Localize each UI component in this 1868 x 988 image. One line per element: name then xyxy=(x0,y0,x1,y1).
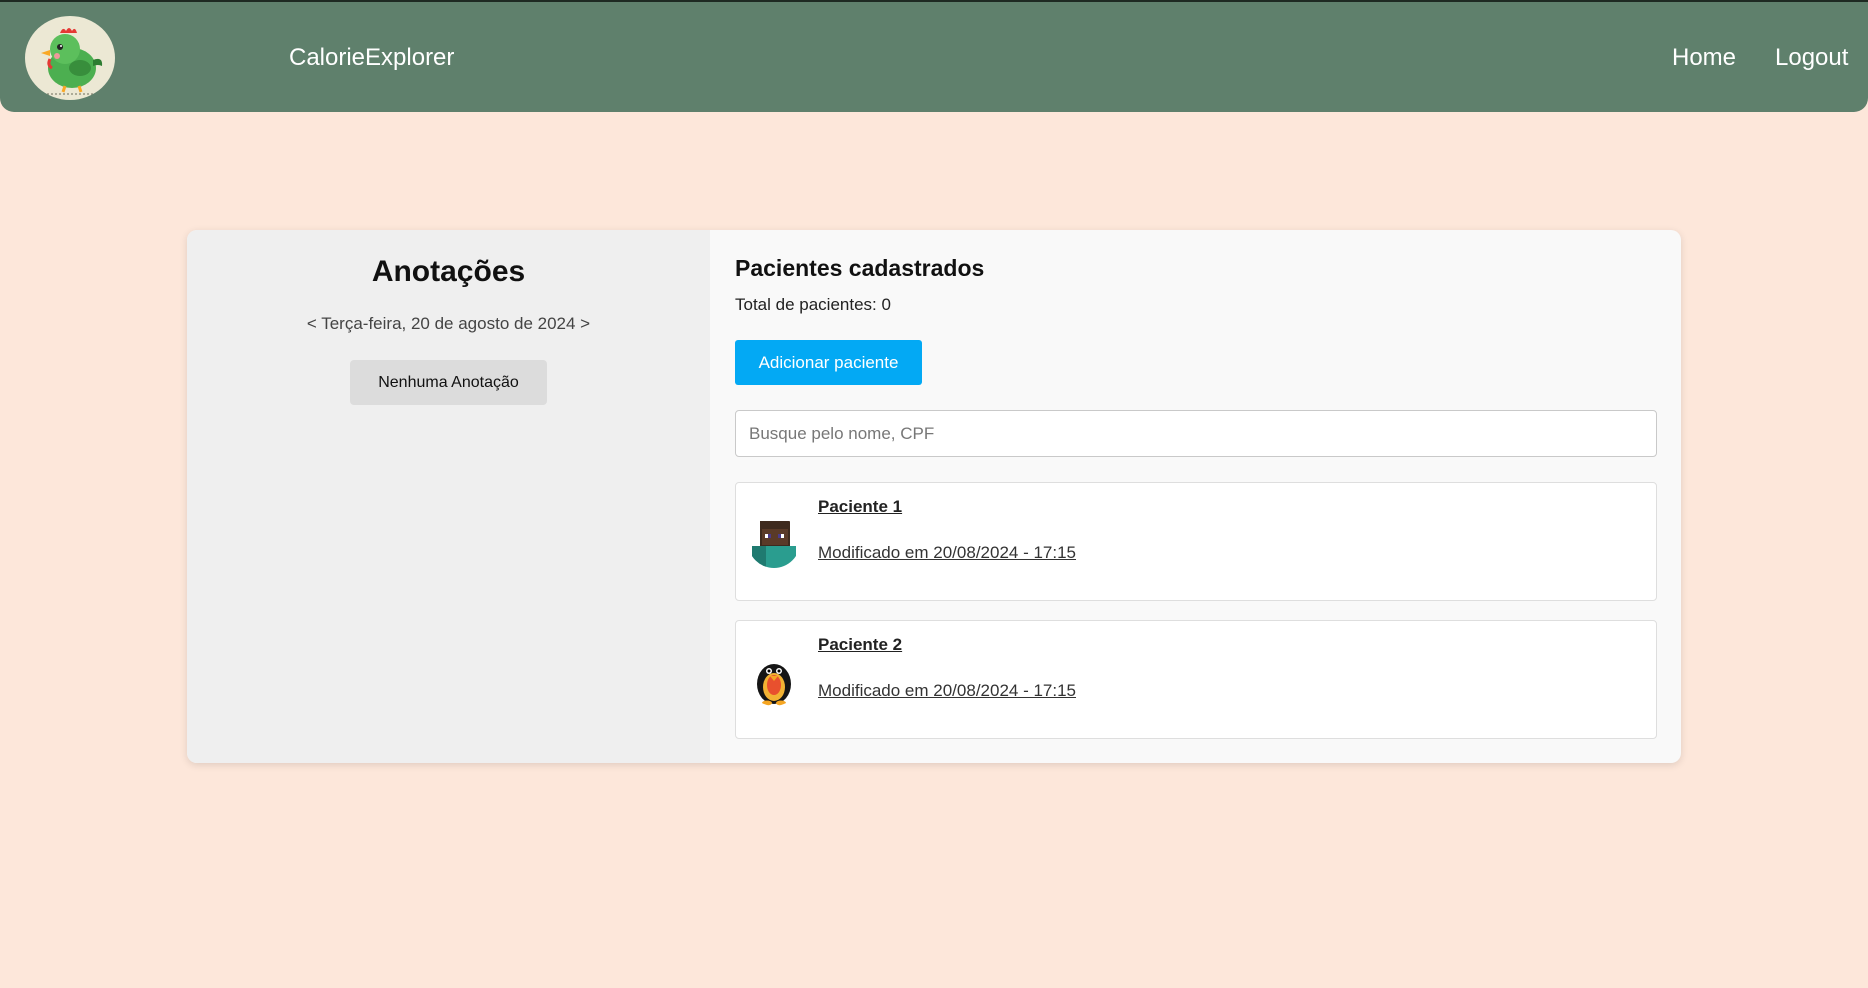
patient-name[interactable]: Paciente 2 xyxy=(818,633,902,657)
patient-modified[interactable]: Modificado em 20/08/2024 - 17:15 xyxy=(818,679,1076,703)
add-patient-button[interactable]: Adicionar paciente xyxy=(735,340,922,385)
date-navigator[interactable]: < Terça-feira, 20 de agosto de 2024 > xyxy=(187,312,710,336)
patient-modified[interactable]: Modificado em 20/08/2024 - 17:15 xyxy=(818,541,1076,565)
patient-card[interactable]: Paciente 1 Modificado em 20/08/2024 - 17… xyxy=(735,482,1657,601)
no-notes-badge: Nenhuma Anotação xyxy=(350,360,547,405)
blocky-character-avatar-icon xyxy=(748,516,800,568)
nav-logout-link[interactable]: Logout xyxy=(1775,42,1848,74)
patient-card[interactable]: Paciente 2 Modificado em 20/08/2024 - 17… xyxy=(735,620,1657,739)
notes-panel: Anotações < Terça-feira, 20 de agosto de… xyxy=(187,230,710,763)
patients-title: Pacientes cadastrados xyxy=(735,255,985,281)
patient-name[interactable]: Paciente 1 xyxy=(818,495,902,519)
top-navbar: CalorieExplorer Home Logout xyxy=(0,0,1868,112)
brand-title[interactable]: CalorieExplorer xyxy=(289,42,454,74)
patients-panel: Pacientes cadastrados Total de pacientes… xyxy=(710,230,1681,763)
patient-search-input[interactable] xyxy=(735,410,1657,457)
penguin-avatar-icon xyxy=(748,654,800,706)
chicken-logo-icon[interactable] xyxy=(25,16,115,100)
patients-total: Total de pacientes: 0 xyxy=(735,295,891,314)
main-card: Anotações < Terça-feira, 20 de agosto de… xyxy=(187,230,1681,763)
notes-title: Anotações xyxy=(371,255,526,288)
nav-home-link[interactable]: Home xyxy=(1672,42,1736,74)
